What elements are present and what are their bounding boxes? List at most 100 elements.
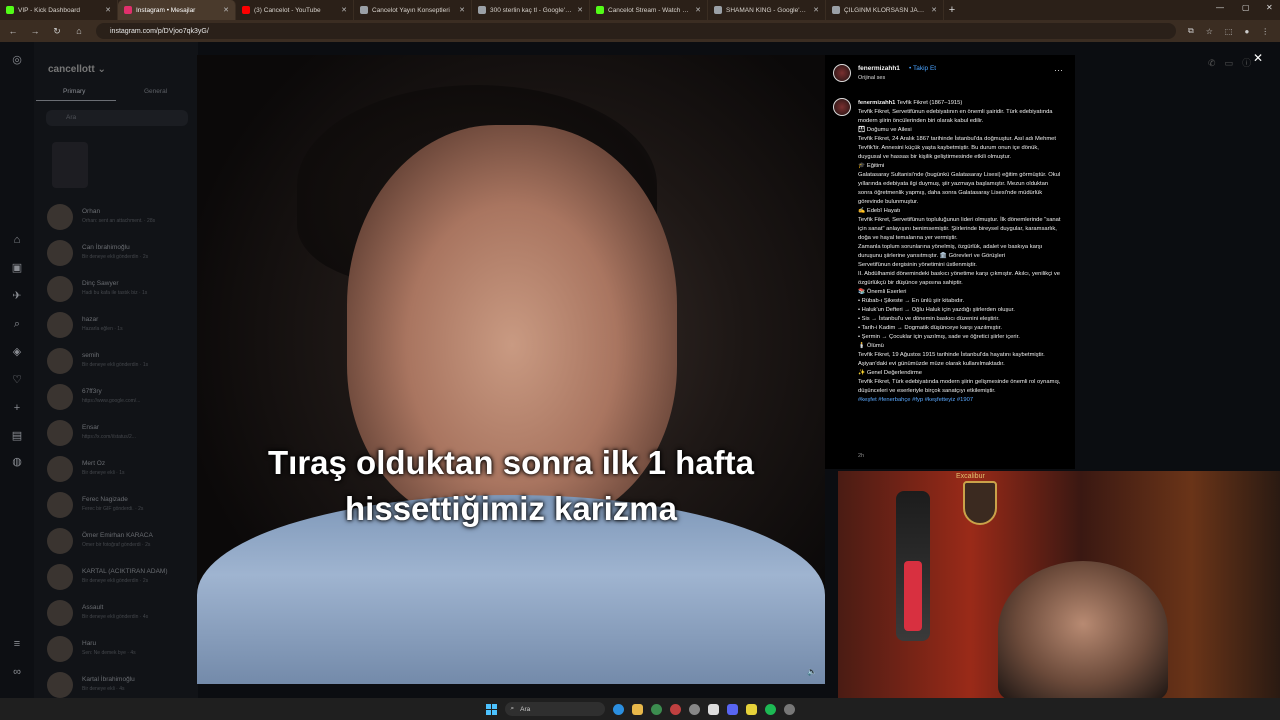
- browser-tab[interactable]: ÇILGINM KLORSASN JACK - Go ✕: [826, 0, 944, 20]
- thread-preview: Bir deneye ekli gönderdin · 4s: [82, 614, 149, 620]
- reels-nav-icon[interactable]: ▣: [11, 262, 23, 274]
- maximize-button[interactable]: ▢: [1242, 3, 1250, 12]
- caption-line: II. Abdülhamid dönemindeki baskıcı yönet…: [858, 271, 1061, 286]
- tab-primary[interactable]: Primary: [63, 88, 85, 95]
- chrome-icon[interactable]: [650, 703, 662, 715]
- close-window-button[interactable]: ✕: [1266, 3, 1273, 12]
- settings-icon[interactable]: [783, 703, 795, 715]
- dm-thread-row[interactable]: Ensar https://x.com/i/status/2...: [34, 416, 198, 450]
- profile-icon[interactable]: ●: [1244, 27, 1249, 36]
- spotify-icon[interactable]: [764, 703, 776, 715]
- dm-thread-row[interactable]: Kartal İbrahimoğlu Bir deneye ekli · 4s: [34, 668, 198, 702]
- tab-favicon-icon: [242, 6, 250, 14]
- tab-close-icon[interactable]: ✕: [105, 6, 111, 14]
- avatar: [47, 384, 73, 410]
- caption-line: • Tarih-i Kadim → Dogmatik düşünceye kar…: [858, 325, 1002, 331]
- app-icon-red[interactable]: [669, 703, 681, 715]
- messages-nav-icon[interactable]: ✈: [11, 290, 23, 302]
- dm-thread-row[interactable]: Assault Bir deneye ekli gönderdin · 4s: [34, 596, 198, 630]
- file-explorer-icon[interactable]: [631, 703, 643, 715]
- thread-preview: Sen: Ne demek bye · 4s: [82, 650, 136, 656]
- home-nav-icon[interactable]: ⌂: [11, 234, 23, 246]
- thread-name: KARTAL (ACIKTIRAN ADAM): [82, 568, 168, 575]
- tab-close-icon[interactable]: ✕: [813, 6, 819, 14]
- create-nav-icon[interactable]: +: [11, 402, 23, 414]
- more-options-icon[interactable]: ···: [1054, 65, 1063, 75]
- dm-thread-row[interactable]: Haru Sen: Ne demek bye · 4s: [34, 632, 198, 666]
- thread-preview: https://x.com/i/status/2...: [82, 434, 136, 440]
- notifications-nav-icon[interactable]: ♡: [11, 374, 23, 386]
- reload-icon[interactable]: ↻: [52, 26, 62, 37]
- dm-thread-row[interactable]: semih Bir deneye ekli gönderdin · 1s: [34, 344, 198, 378]
- browser-tab[interactable]: VIP - Kick Dashboard ✕: [0, 0, 118, 20]
- browser-tab[interactable]: SHAMAN KING - Google'da Ara ✕: [708, 0, 826, 20]
- caption-hashtags[interactable]: #keşfet #fenerbahçe #fyp #keşfetteyiz #1…: [858, 396, 1063, 405]
- instagram-nav-rail: ◎ ⌂ ▣ ✈ ⌕ ◈ ♡ + ▤ ◍ ≡ ∞: [0, 42, 34, 698]
- instagram-logo-icon[interactable]: ◎: [11, 54, 23, 66]
- meta-icon[interactable]: ∞: [11, 666, 23, 678]
- tab-close-icon[interactable]: ✕: [577, 6, 583, 14]
- dm-thread-row[interactable]: KARTAL (ACIKTIRAN ADAM) Bir deneye ekli g…: [34, 560, 198, 594]
- caption-author[interactable]: fenermizahh1: [858, 100, 895, 106]
- note-avatar[interactable]: [52, 142, 88, 188]
- back-icon[interactable]: ←: [8, 26, 18, 36]
- reel-video[interactable]: Tıraş olduktan sonra ilk 1 hafta hissett…: [197, 55, 825, 684]
- home-icon[interactable]: ⌂: [74, 26, 84, 36]
- browser-tab[interactable]: (3) Cancelot - YouTube ✕: [236, 0, 354, 20]
- bookmark-star-icon[interactable]: ☆: [1206, 27, 1213, 36]
- edge-icon[interactable]: [612, 703, 624, 715]
- discord-icon[interactable]: [726, 703, 738, 715]
- notepad-icon[interactable]: [707, 703, 719, 715]
- start-icon[interactable]: [485, 703, 497, 715]
- profile-nav-icon[interactable]: ◍: [11, 456, 23, 468]
- mute-icon[interactable]: 🔈: [807, 667, 817, 676]
- dashboard-nav-icon[interactable]: ▤: [11, 430, 23, 442]
- tab-close-icon[interactable]: ✕: [341, 6, 347, 14]
- forward-icon[interactable]: →: [30, 26, 40, 36]
- install-icon[interactable]: ⧉: [1188, 26, 1194, 36]
- browser-tab[interactable]: Instagram • Mesajlar ✕: [118, 0, 236, 20]
- dm-search-input[interactable]: Ara: [46, 110, 188, 126]
- author-name[interactable]: fenermizahh1: [858, 65, 900, 72]
- dm-username[interactable]: cancellott ⌄: [48, 64, 106, 75]
- close-icon[interactable]: ✕: [1253, 51, 1263, 65]
- obs-icon[interactable]: [688, 703, 700, 715]
- author-avatar[interactable]: [833, 64, 851, 82]
- browser-tab[interactable]: Cancelot Yayın Konseptleri ✕: [354, 0, 472, 20]
- tab-close-icon[interactable]: ✕: [459, 6, 465, 14]
- more-menu-icon[interactable]: ≡: [11, 638, 23, 650]
- tab-title: 300 sterlin kaç tl - Google'da Ara: [490, 6, 573, 14]
- minimize-button[interactable]: —: [1216, 3, 1224, 12]
- dm-thread-row[interactable]: Ömer Emirhan KARACA Ömer bir fotoğraf gön…: [34, 524, 198, 558]
- dm-thread-row[interactable]: Ferec Nagizade Ferec bir GIF gönderdi. · …: [34, 488, 198, 522]
- extensions-icon[interactable]: ⬚: [1225, 27, 1233, 36]
- tab-close-icon[interactable]: ✕: [223, 6, 229, 14]
- audio-label[interactable]: Orijinal ses: [858, 75, 885, 81]
- browser-tab[interactable]: Cancelot Stream - Watch Live o ✕: [590, 0, 708, 20]
- explore-nav-icon[interactable]: ◈: [11, 346, 23, 358]
- streamer: [998, 561, 1168, 698]
- thread-name: Haru: [82, 640, 97, 647]
- tab-title: ÇILGINM KLORSASN JACK - Go: [844, 6, 927, 14]
- dm-thread-row[interactable]: 67ff3ry https://www.google.com/...: [34, 380, 198, 414]
- search-nav-icon[interactable]: ⌕: [11, 318, 23, 330]
- dm-thread-row[interactable]: hazar Hazarla eğlen · 1s: [34, 308, 198, 342]
- tab-close-icon[interactable]: ✕: [695, 6, 701, 14]
- caption-author-avatar[interactable]: [833, 98, 851, 116]
- dm-thread-row[interactable]: Mert Oz Bir deneye ekli · 1s: [34, 452, 198, 486]
- dm-thread-row[interactable]: Can İbrahimoğlu Bir deneye ekli gönderdin…: [34, 236, 198, 270]
- caption-line: Tevfik Fikret, 19 Ağustos 1915 tarihinde…: [858, 352, 1045, 367]
- video-call-icon[interactable]: ▭: [1225, 58, 1243, 68]
- call-icon[interactable]: ✆: [1208, 58, 1225, 68]
- follow-button[interactable]: • Takip Et: [909, 65, 936, 72]
- sticky-notes-icon[interactable]: [745, 703, 757, 715]
- menu-icon[interactable]: ⋮: [1261, 27, 1269, 36]
- browser-tab[interactable]: 300 sterlin kaç tl - Google'da Ara ✕: [472, 0, 590, 20]
- tab-close-icon[interactable]: ✕: [931, 6, 937, 14]
- taskbar-search[interactable]: ⌕ Ara: [504, 702, 605, 716]
- address-bar[interactable]: instagram.com/p/DVjoo7qk3yG/: [96, 23, 1176, 39]
- dm-thread-row[interactable]: Dinç Sawyer Hadi bu kafa ile tastık biz ·…: [34, 272, 198, 306]
- dm-thread-row[interactable]: Orhan Orhan: sent an attachment. · 28s: [34, 200, 198, 234]
- new-tab-button[interactable]: +: [944, 2, 960, 18]
- tab-general[interactable]: General: [144, 88, 167, 95]
